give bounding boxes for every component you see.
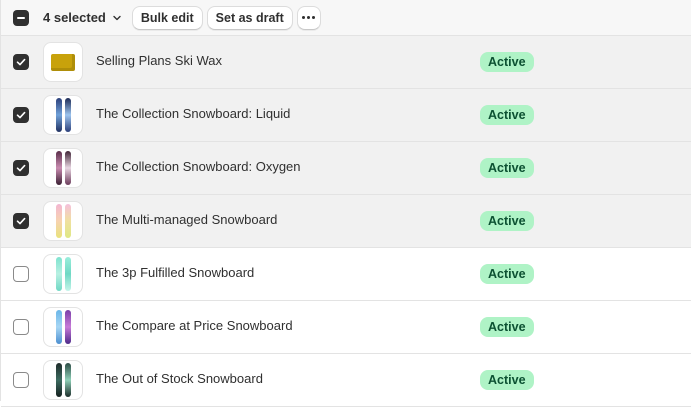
snowboard-image (55, 204, 71, 238)
status-badge: Active (480, 370, 534, 390)
product-thumbnail[interactable] (43, 148, 83, 188)
table-row[interactable]: The Out of Stock Snowboard Active (1, 354, 691, 407)
status-badge: Active (480, 211, 534, 231)
table-row[interactable]: The Collection Snowboard: Oxygen Active (1, 142, 691, 195)
snowboard-image (55, 363, 71, 397)
snowboard-image (55, 151, 71, 185)
checkmark-icon (16, 164, 26, 172)
product-title[interactable]: The Collection Snowboard: Liquid (96, 106, 290, 121)
row-checkbox[interactable] (13, 266, 29, 282)
selected-count-dropdown[interactable]: 4 selected (43, 10, 122, 25)
status-badge: Active (480, 52, 534, 72)
row-checkbox[interactable] (13, 54, 29, 70)
product-title[interactable]: The 3p Fulfilled Snowboard (96, 265, 254, 280)
checkmark-icon (16, 58, 26, 66)
product-title[interactable]: The Compare at Price Snowboard (96, 318, 293, 333)
snowboard-image (55, 310, 71, 344)
checkmark-icon (16, 217, 26, 225)
table-row[interactable]: The Compare at Price Snowboard Active (1, 301, 691, 354)
more-actions-button[interactable] (296, 5, 321, 30)
snowboard-image (55, 257, 71, 291)
product-table: 4 selected Bulk edit Set as draft Sellin… (0, 0, 691, 407)
table-row[interactable]: The Multi-managed Snowboard Active (1, 195, 691, 248)
product-title[interactable]: The Out of Stock Snowboard (96, 371, 263, 386)
indeterminate-icon (17, 16, 25, 19)
status-badge: Active (480, 317, 534, 337)
bulk-actions-bar: 4 selected Bulk edit Set as draft (1, 0, 691, 36)
table-row[interactable]: Selling Plans Ski Wax Active (1, 36, 691, 89)
snowboard-image (55, 98, 71, 132)
product-title[interactable]: The Collection Snowboard: Oxygen (96, 159, 301, 174)
selected-count-label: 4 selected (43, 10, 106, 25)
bulk-edit-button[interactable]: Bulk edit (131, 5, 203, 30)
row-checkbox[interactable] (13, 213, 29, 229)
product-thumbnail[interactable] (43, 360, 83, 400)
chevron-down-icon (113, 15, 121, 20)
product-thumbnail[interactable] (43, 254, 83, 294)
set-as-draft-button[interactable]: Set as draft (206, 5, 293, 30)
table-row[interactable]: The 3p Fulfilled Snowboard Active (1, 248, 691, 301)
table-row[interactable]: The Collection Snowboard: Liquid Active (1, 89, 691, 142)
product-thumbnail[interactable] (43, 95, 83, 135)
checkmark-icon (16, 111, 26, 119)
row-checkbox[interactable] (13, 319, 29, 335)
status-badge: Active (480, 105, 534, 125)
product-thumbnail[interactable] (43, 201, 83, 241)
product-title[interactable]: The Multi-managed Snowboard (96, 212, 277, 227)
row-checkbox[interactable] (13, 372, 29, 388)
status-badge: Active (480, 264, 534, 284)
select-all-checkbox[interactable] (13, 9, 29, 26)
product-thumbnail[interactable] (43, 307, 83, 347)
status-badge: Active (480, 158, 534, 178)
product-title[interactable]: Selling Plans Ski Wax (96, 53, 222, 68)
product-thumbnail[interactable] (43, 42, 83, 82)
more-horizontal-icon (302, 16, 316, 19)
row-checkbox[interactable] (13, 107, 29, 123)
ski-wax-image (51, 53, 75, 71)
row-checkbox[interactable] (13, 160, 29, 176)
